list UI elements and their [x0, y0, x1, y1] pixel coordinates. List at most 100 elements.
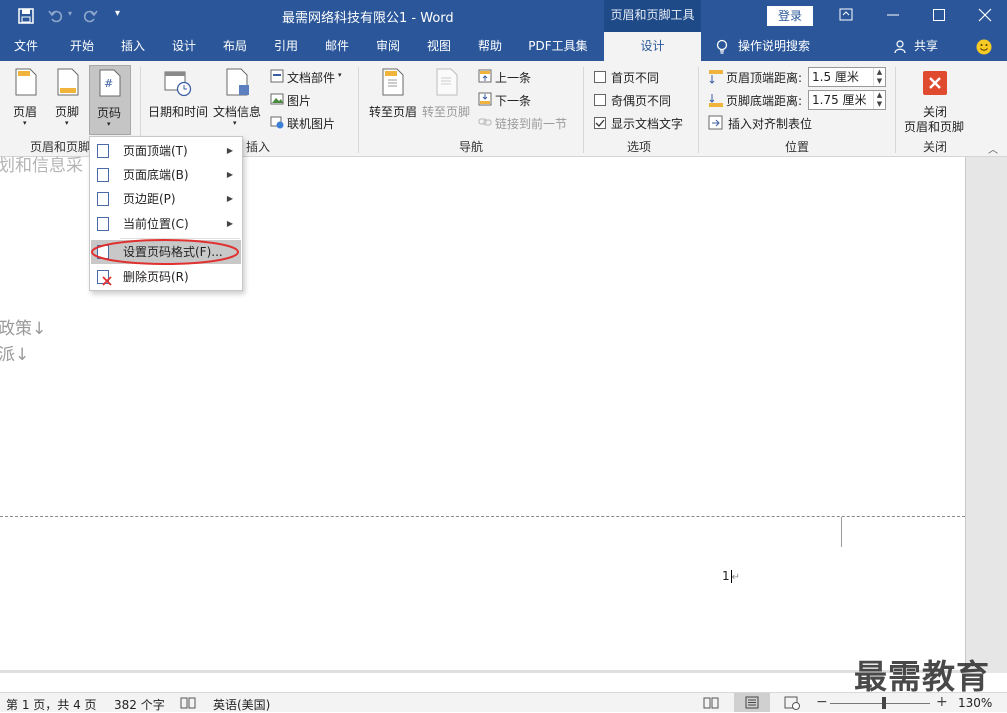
ribbon-tab-bar: 文件 开始 插入 设计 布局 引用 邮件 审阅 视图 帮助 PDF工具集 设计 … [0, 32, 1007, 61]
tab-insert[interactable]: 插入 [107, 32, 159, 61]
date-time-button[interactable]: 日期和时间 [146, 65, 210, 131]
menu-item-current-position[interactable]: 当前位置(C) ▶ [91, 212, 241, 236]
next-icon [478, 92, 492, 106]
group-separator [583, 67, 584, 153]
tab-design[interactable]: 设计 [158, 32, 210, 61]
zoom-slider-track[interactable] [830, 703, 930, 704]
tab-layout[interactable]: 布局 [209, 32, 261, 61]
header-distance-icon [709, 70, 723, 84]
first-page-different-checkbox[interactable] [594, 71, 606, 83]
print-layout-icon [745, 696, 759, 709]
link-to-previous-button[interactable]: 链接到前一节 [476, 113, 576, 133]
doc-info-button[interactable]: 文档信息 ▾ [211, 65, 265, 131]
web-layout-icon[interactable] [784, 696, 800, 710]
footer-page-number[interactable]: 1 ↵ [722, 569, 740, 583]
footer-separator-line [0, 516, 965, 517]
current-position-icon [97, 217, 109, 231]
proofing-book-icon[interactable] [180, 696, 196, 710]
login-button[interactable]: 登录 [767, 6, 813, 26]
quick-parts-button[interactable]: 文档部件 ▾ [268, 67, 348, 87]
page-bottom-icon [97, 168, 109, 182]
ribbon-display-icon[interactable] [839, 8, 853, 22]
redo-icon[interactable] [82, 8, 98, 24]
customize-qat-icon[interactable]: ▾ [115, 8, 120, 19]
word-count-status[interactable]: 382 个字 [114, 696, 165, 713]
odd-even-different-checkbox[interactable] [594, 94, 606, 106]
goto-footer-button[interactable]: 转至页脚 [420, 65, 474, 131]
collapse-ribbon-icon[interactable]: ︿ [988, 141, 998, 156]
tell-me-search[interactable]: 操作说明搜索 [738, 32, 818, 61]
watermark-text: 最需教育 [854, 657, 990, 696]
page-top-icon [97, 144, 109, 158]
print-layout-button[interactable] [734, 693, 770, 712]
tab-pdf-tools[interactable]: PDF工具集 [520, 32, 596, 61]
online-picture-button[interactable]: 联机图片 [268, 113, 348, 133]
close-header-footer-button[interactable]: 关闭 页眉和页脚 [900, 65, 970, 135]
smiley-icon[interactable] [976, 39, 992, 55]
group-separator [358, 67, 359, 153]
doc-info-icon [226, 68, 249, 96]
page-number-button[interactable]: # 页码 ▾ [89, 65, 131, 135]
page-corner-mark [841, 517, 873, 547]
page-count-status[interactable]: 第 1 页，共 4 页 [6, 696, 97, 713]
goto-header-button[interactable]: 转至页眉 [366, 65, 420, 131]
footer-button[interactable]: 页脚 ▾ [48, 65, 88, 131]
vertical-scrollbar[interactable] [965, 157, 1007, 673]
chevron-down-icon: ▾ [65, 119, 69, 127]
header-page-icon [15, 68, 37, 96]
tab-view[interactable]: 视图 [413, 32, 465, 61]
footer-page-icon [57, 68, 79, 96]
chevron-down-icon: ▾ [233, 119, 237, 127]
share-person-icon[interactable] [894, 40, 908, 54]
previous-icon [478, 69, 492, 83]
menu-item-top-of-page[interactable]: 页面顶端(T) ▶ [91, 139, 241, 163]
chevron-down-icon: ▾ [107, 120, 111, 128]
group-label-close: 关闭 [922, 140, 947, 154]
menu-item-remove-page-numbers[interactable]: 删除页码(R) [91, 265, 241, 289]
share-button[interactable]: 共享 [911, 32, 941, 61]
next-button[interactable]: 下一条 [476, 90, 546, 110]
document-text-line: 政策↓ [0, 319, 47, 339]
tab-hf-design-active[interactable]: 设计 [604, 32, 701, 61]
tab-help[interactable]: 帮助 [464, 32, 516, 61]
checkmark-icon [595, 119, 605, 127]
page-bottom-edge [0, 670, 965, 673]
previous-button[interactable]: 上一条 [476, 67, 546, 87]
submenu-arrow-icon: ▶ [226, 219, 233, 228]
tab-mailings[interactable]: 邮件 [311, 32, 363, 61]
zoom-level[interactable]: 130% [958, 696, 992, 710]
zoom-slider-thumb[interactable] [882, 697, 886, 709]
read-mode-icon[interactable] [703, 696, 719, 710]
group-separator [698, 67, 699, 153]
first-page-different-label: 首页不同 [611, 71, 660, 85]
maximize-icon[interactable] [932, 8, 946, 22]
spinner-arrows-icon[interactable]: ▲ ▼ [873, 91, 885, 109]
tab-home[interactable]: 开始 [56, 32, 108, 61]
chevron-down-icon: ▾ [23, 119, 27, 127]
document-title: 最需网络科技有限公1 - Word [282, 11, 454, 26]
header-button[interactable]: 页眉 ▾ [6, 65, 46, 131]
menu-item-bottom-of-page[interactable]: 页面底端(B) ▶ [91, 163, 241, 187]
tab-file[interactable]: 文件 [0, 32, 52, 61]
save-icon[interactable] [18, 8, 34, 24]
spinner-arrows-icon[interactable]: ▲ ▼ [873, 68, 885, 86]
header-distance-input[interactable]: 1.5 厘米 ▲ ▼ [808, 67, 886, 87]
footer-distance-input[interactable]: 1.75 厘米 ▲ ▼ [808, 90, 886, 110]
group-label-insert: 插入 [245, 140, 270, 154]
picture-button[interactable]: 图片 [268, 90, 328, 110]
tab-review[interactable]: 审阅 [362, 32, 414, 61]
zoom-out-button[interactable]: − [816, 694, 828, 710]
minimize-icon[interactable] [886, 8, 900, 22]
page-number-menu: 页面顶端(T) ▶ 页面底端(B) ▶ 页边距(P) ▶ 当前位置(C) ▶ 设… [89, 136, 243, 291]
insert-alignment-tab-button[interactable]: 插入对齐制表位 [708, 113, 828, 133]
calendar-clock-icon [164, 71, 192, 97]
tab-references[interactable]: 引用 [260, 32, 312, 61]
language-status[interactable]: 英语(美国) [213, 696, 270, 713]
footer-distance-icon [709, 94, 723, 107]
undo-dropdown-icon[interactable]: ▾ [68, 9, 72, 18]
menu-item-page-margins[interactable]: 页边距(P) ▶ [91, 187, 241, 211]
close-icon[interactable] [978, 8, 992, 22]
show-document-text-checkbox[interactable] [594, 117, 606, 129]
scrollbar-track-divider [965, 157, 966, 673]
undo-icon[interactable] [48, 8, 64, 24]
